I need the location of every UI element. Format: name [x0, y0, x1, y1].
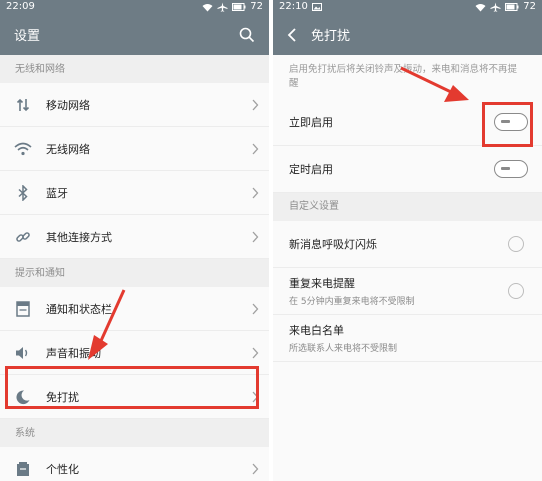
option-sublabel: 在 5分钟内重复来电将不受限制 — [289, 297, 415, 307]
status-bar: 22:10 72 — [273, 0, 542, 14]
option-whitelist[interactable]: 来电白名单 所选联系人来电将不受限制 — [273, 315, 542, 362]
section-title-notifications: 提示和通知 — [0, 259, 269, 287]
status-bar: 22:09 72 — [0, 0, 269, 14]
status-time: 22:10 — [279, 1, 308, 12]
settings-screen: 22:09 72 设置 无线和网络 移动网络 无线网络 蓝牙 其他连接方式 提示… — [0, 0, 269, 481]
dnd-header: 免打扰 — [273, 14, 542, 55]
chevron-right-icon — [252, 347, 259, 358]
back-icon[interactable] — [287, 27, 297, 42]
settings-item-other-connections[interactable]: 其他连接方式 — [0, 215, 269, 259]
chevron-right-icon — [252, 187, 259, 198]
settings-item-label: 无线网络 — [46, 142, 90, 156]
wifi-status-icon — [202, 3, 213, 11]
status-time: 22:09 — [6, 1, 35, 12]
chevron-right-icon — [252, 463, 259, 474]
personalize-icon — [17, 461, 29, 476]
bluetooth-icon — [18, 184, 28, 201]
section-title-wireless: 无线和网络 — [0, 55, 269, 83]
sound-icon — [16, 346, 28, 359]
toggle-label: 立即启用 — [289, 116, 333, 129]
settings-item-personalize[interactable]: 个性化 — [0, 447, 269, 481]
chevron-right-icon — [252, 303, 259, 314]
repeat-call-checkbox[interactable] — [508, 283, 524, 299]
settings-item-label: 声音和振动 — [46, 346, 101, 360]
toggle-label: 定时启用 — [289, 163, 333, 176]
dnd-description: 启用免打扰后将关闭铃声及振动，来电和消息将不再提醒 — [289, 64, 518, 89]
settings-item-wifi[interactable]: 无线网络 — [0, 127, 269, 171]
airplane-icon — [490, 2, 501, 12]
airplane-icon — [217, 2, 228, 12]
wifi-icon — [14, 142, 32, 155]
image-notification-icon — [311, 3, 322, 11]
battery-level: 72 — [250, 1, 263, 12]
scheduled-switch[interactable] — [494, 160, 528, 178]
battery-level: 72 — [523, 1, 536, 12]
do-not-disturb-screen: 22:10 72 免打扰 启用免打扰后将关闭铃声及振动，来电和消息将不再提醒 立… — [273, 0, 542, 481]
toggle-row-scheduled[interactable]: 定时启用 — [273, 146, 542, 193]
chevron-right-icon — [252, 143, 259, 154]
highlight-box-do-not-disturb — [5, 366, 259, 409]
section-title-custom: 自定义设置 — [273, 193, 542, 221]
chevron-right-icon — [252, 99, 259, 110]
wifi-status-icon — [475, 3, 486, 11]
settings-item-bluetooth[interactable]: 蓝牙 — [0, 171, 269, 215]
option-repeat-call[interactable]: 重复来电提醒 在 5分钟内重复来电将不受限制 — [273, 268, 542, 315]
battery-icon — [505, 3, 519, 11]
search-icon[interactable] — [239, 27, 255, 43]
page-title: 设置 — [14, 29, 41, 44]
settings-item-mobile-network[interactable]: 移动网络 — [0, 83, 269, 127]
settings-item-label: 移动网络 — [46, 98, 90, 112]
option-label: 重复来电提醒 — [289, 277, 355, 290]
chevron-right-icon — [252, 231, 259, 242]
settings-item-label: 通知和状态栏 — [46, 302, 112, 316]
mobile-data-icon — [16, 98, 30, 111]
breathing-light-checkbox[interactable] — [508, 236, 524, 252]
settings-item-label: 其他连接方式 — [46, 230, 112, 244]
section-title-system: 系统 — [0, 419, 269, 447]
highlight-box-enable-now — [482, 102, 533, 147]
settings-item-label: 蓝牙 — [46, 186, 68, 200]
option-sublabel: 所选联系人来电将不受限制 — [289, 344, 398, 354]
settings-item-label: 个性化 — [46, 462, 79, 476]
option-label: 新消息呼吸灯闪烁 — [289, 238, 377, 251]
battery-icon — [232, 3, 246, 11]
notification-icon — [16, 300, 30, 317]
option-breathing-light[interactable]: 新消息呼吸灯闪烁 — [273, 221, 542, 268]
link-icon — [16, 231, 30, 242]
settings-item-notifications[interactable]: 通知和状态栏 — [0, 287, 269, 331]
page-title: 免打扰 — [311, 29, 351, 44]
option-label: 来电白名单 — [289, 324, 344, 337]
settings-header: 设置 — [0, 14, 269, 55]
